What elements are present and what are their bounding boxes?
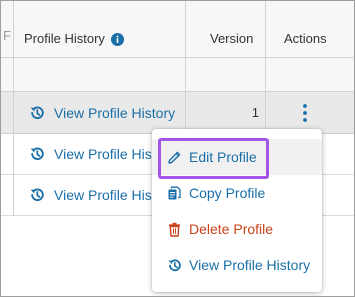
menu-item-label: View Profile History: [189, 257, 311, 273]
header-profile-history-label: Profile History: [24, 31, 105, 46]
truncated-column-header: F: [3, 28, 11, 43]
header-profile-history: Profile History: [24, 31, 124, 47]
history-icon: [168, 258, 181, 271]
history-icon: [30, 188, 44, 202]
table-row: View Profile History 1: [1, 92, 354, 134]
history-icon: [30, 147, 44, 161]
copy-profile-menu-item[interactable]: Copy Profile: [152, 175, 322, 211]
copy-icon: [168, 186, 181, 199]
delete-profile-menu-item[interactable]: Delete Profile: [152, 211, 322, 247]
profiles-table-panel: F Profile History Version Actions View P…: [0, 0, 355, 297]
version-value: 1: [251, 105, 259, 120]
header-row: F Profile History Version Actions: [1, 1, 354, 58]
link-label: View Profile Hist: [54, 187, 156, 203]
kebab-menu-icon[interactable]: [298, 102, 312, 124]
trash-icon: [169, 222, 180, 237]
view-profile-history-link[interactable]: View Profile Hist: [29, 186, 156, 204]
info-icon[interactable]: [110, 32, 124, 46]
menu-item-label: Delete Profile: [189, 221, 274, 237]
header-version[interactable]: Version: [210, 31, 253, 47]
view-profile-history-link[interactable]: View Profile Hist: [29, 145, 156, 163]
link-label: View Profile Hist: [54, 146, 156, 162]
header-actions: Actions: [284, 31, 327, 46]
menu-item-label: Copy Profile: [189, 185, 266, 201]
filter-row: [1, 58, 354, 92]
edit-profile-highlight-box: [158, 138, 269, 179]
column-divider: [13, 1, 14, 216]
view-profile-history-menu-item[interactable]: View Profile History: [152, 247, 322, 283]
